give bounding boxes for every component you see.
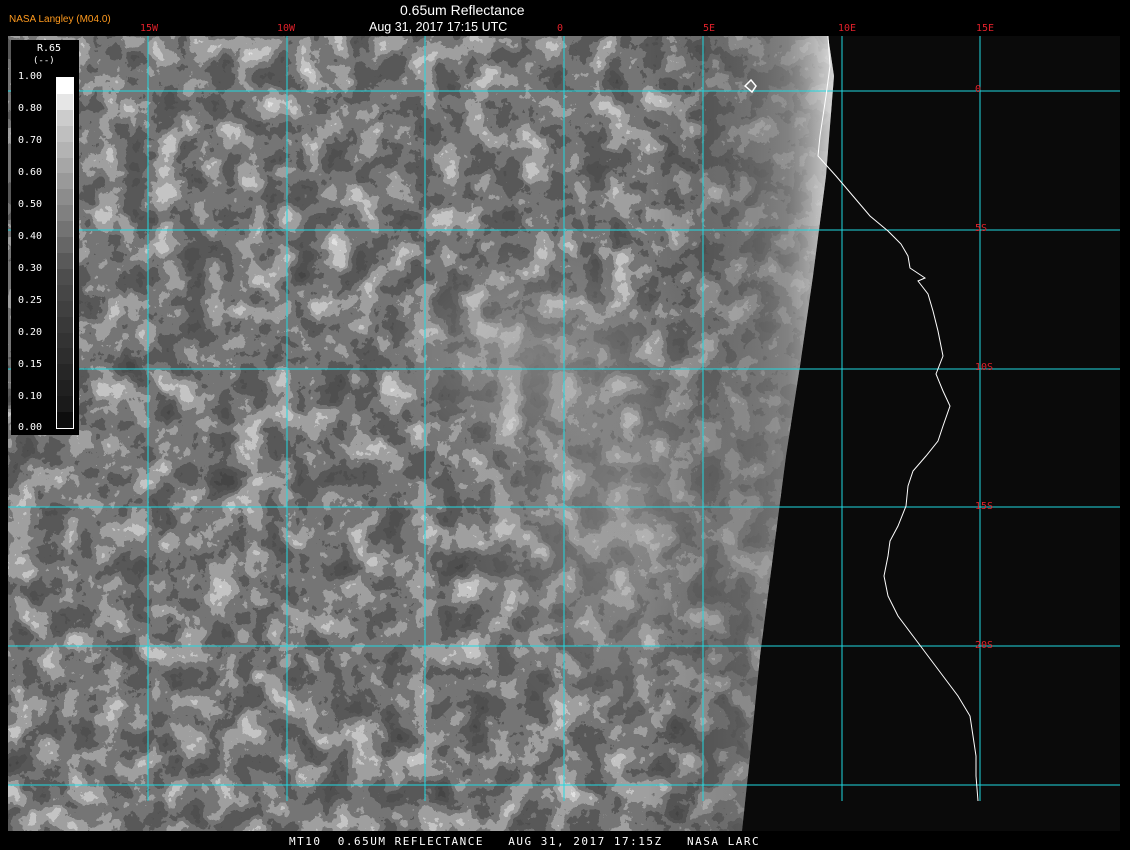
footer-caption: MT10 0.65UM REFLECTANCE AUG 31, 2017 17:…: [289, 835, 761, 848]
colorbar-cell: [57, 268, 73, 286]
colorbar-cell: [57, 157, 73, 174]
colorbar-cell: [57, 173, 73, 190]
longitude-label: 0: [557, 23, 564, 34]
colorbar-cell: [57, 348, 73, 365]
colorbar-tick-label: 0.60: [18, 167, 43, 178]
colorbar-tick-label: 0.15: [18, 359, 43, 370]
colorbar-cell: [57, 109, 73, 127]
colorbar-cell: [57, 93, 73, 111]
colorbar-tick-label: 0.25: [18, 295, 43, 306]
image-timestamp: Aug 31, 2017 17:15 UTC: [369, 20, 508, 34]
longitude-label: 5E: [703, 23, 716, 34]
colorbar-cell: [57, 284, 73, 302]
colorbar-strip: [56, 77, 74, 429]
colorbar-cell: [57, 412, 73, 429]
colorbar-tick-label: 0.10: [18, 391, 43, 402]
colorbar-tick-label: 0.70: [18, 135, 43, 146]
colorbar-cell: [57, 125, 73, 143]
satellite-imagery-map[interactable]: [8, 36, 1120, 831]
longitude-label: 10W: [277, 23, 296, 34]
latitude-label: 5S: [975, 223, 988, 234]
colorbar-cell: [57, 221, 73, 238]
colorbar-units: (--): [33, 56, 55, 66]
colorbar-cell: [57, 396, 73, 413]
colorbar-cell: [57, 364, 73, 381]
colorbar-cell: [57, 189, 73, 206]
colorbar-cell: [57, 300, 73, 318]
longitude-label: 10E: [838, 23, 857, 34]
latitude-label: 20S: [975, 640, 994, 651]
colorbar-tick-label: 0.00: [18, 422, 43, 433]
colorbar-tick-label: 0.40: [18, 231, 43, 242]
longitude-label: 15W: [140, 23, 159, 34]
colorbar-cell: [57, 253, 73, 270]
colorbar-legend: R.65 (--) 1.00 0.80 0.70 0.60 0.50 0.40 0.30 0.…: [11, 40, 79, 435]
colorbar-tick-label: 0.20: [18, 327, 43, 338]
footer-bar: MT10 0.65UM REFLECTANCE AUG 31, 2017 17:…: [0, 831, 1130, 850]
colorbar-cell: [57, 205, 73, 222]
image-title: 0.65um Reflectance: [400, 2, 525, 18]
colorbar-cell: [57, 316, 73, 334]
colorbar-tick-label: 0.50: [18, 199, 43, 210]
colorbar-cell: [57, 237, 73, 254]
colorbar-tick-label: 0.80: [18, 103, 43, 114]
colorbar-cell: [57, 141, 73, 159]
header-bar: NASA Langley (M04.0) 0.65um Reflectance …: [0, 0, 1130, 36]
latitude-label: 0: [975, 84, 982, 95]
colorbar-cell: [57, 380, 73, 397]
longitude-label: 15E: [976, 23, 995, 34]
latitude-label: 10S: [975, 362, 994, 373]
colorbar-tick-label: 1.00: [18, 71, 43, 82]
colorbar-title: R.65: [37, 43, 62, 54]
colorbar-cell: [57, 78, 73, 95]
colorbar-tick-label: 0.30: [18, 263, 43, 274]
latitude-label: 15S: [975, 501, 994, 512]
credit-label: NASA Langley (M04.0): [9, 14, 111, 25]
colorbar-cell: [57, 332, 73, 349]
